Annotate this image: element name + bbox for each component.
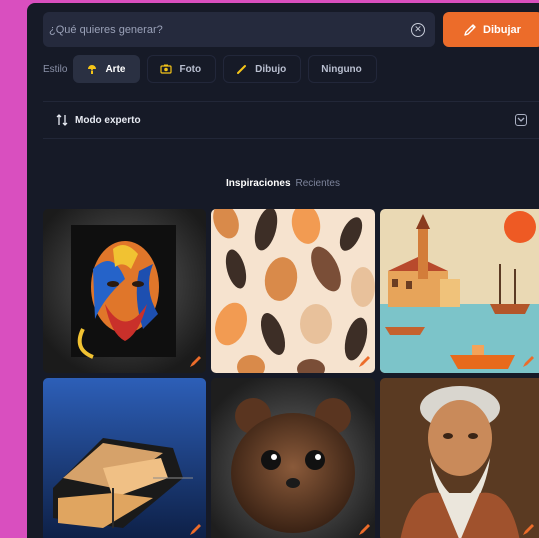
gallery-item[interactable] [43, 209, 206, 373]
style-chip-label: Foto [179, 63, 202, 75]
style-chip-label: Dibujo [255, 63, 287, 75]
brush-edit-icon[interactable] [356, 354, 372, 370]
tab-inspiraciones[interactable]: Inspiraciones [226, 178, 290, 189]
pattern-art-image [211, 209, 375, 373]
style-chip-ninguno[interactable]: Ninguno [308, 55, 377, 83]
style-selector: Estilo Arte Foto Dibujo Ninguno [43, 54, 384, 84]
brush-edit-icon[interactable] [520, 522, 536, 538]
gallery-item[interactable] [211, 209, 375, 373]
pencil-icon [237, 65, 247, 74]
style-chip-arte[interactable]: Arte [73, 55, 141, 83]
chevron-down-icon[interactable] [515, 114, 527, 126]
camera-icon [160, 64, 173, 74]
clear-icon[interactable]: ✕ [411, 22, 425, 37]
prompt-search-bar[interactable]: ✕ [43, 12, 435, 47]
gallery-item[interactable] [43, 378, 206, 538]
creature-photo-image [211, 378, 375, 538]
style-label: Estilo [43, 63, 68, 75]
brush-edit-icon[interactable] [187, 522, 203, 538]
gallery-item[interactable] [380, 209, 539, 373]
gallery-item[interactable] [380, 378, 539, 538]
portrait-art-image [43, 209, 206, 373]
expert-mode-label: Modo experto [75, 114, 141, 126]
expert-mode-row[interactable]: Modo experto [43, 101, 539, 139]
pencil-icon [464, 23, 476, 36]
style-chip-dibujo[interactable]: Dibujo [223, 55, 302, 83]
style-chip-foto[interactable]: Foto [147, 55, 217, 83]
draw-button-label: Dibujar [483, 23, 521, 36]
gallery-tabs: Inspiraciones Recientes [27, 178, 539, 189]
brush-edit-icon[interactable] [520, 354, 536, 370]
style-chip-label: Arte [105, 63, 126, 75]
tab-recientes[interactable]: Recientes [296, 178, 340, 189]
prompt-input[interactable] [49, 23, 411, 36]
sliders-icon [56, 114, 68, 126]
draw-button[interactable]: Dibujar [443, 12, 539, 47]
app-panel: ✕ Dibujar Estilo Arte Foto [27, 3, 539, 538]
style-chip-label: Ninguno [321, 63, 362, 75]
harbor-art-image [380, 209, 539, 373]
paint-icon [88, 65, 97, 74]
brush-edit-icon[interactable] [356, 522, 372, 538]
gallery-item[interactable] [211, 378, 375, 538]
house-photo-image [43, 378, 206, 538]
old-man-art-image [380, 378, 539, 538]
brush-edit-icon[interactable] [187, 354, 203, 370]
